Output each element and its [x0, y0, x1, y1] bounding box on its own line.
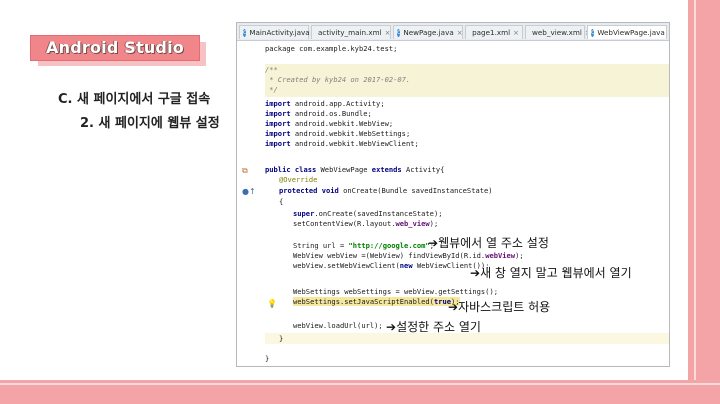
code-line-setcontentview: setContentView(R.layout.web_view); — [293, 219, 439, 228]
lightbulb-icon[interactable]: 💡 — [267, 299, 277, 308]
code-line-override: @Override — [279, 175, 318, 184]
code-line-javascript: webSettings.setJavaScriptEnabled(true); — [293, 297, 460, 306]
tab-webviewpage[interactable]: c WebViewPage.java× — [587, 25, 669, 39]
code-line-import: import android.webkit.WebSettings; — [265, 129, 411, 138]
code-line-loadurl: webView.loadUrl(url); — [293, 321, 383, 330]
code-line-super: super.onCreate(savedInstanceState); — [293, 209, 443, 218]
tab-mainactivity[interactable]: c MainActivity.java× — [239, 25, 319, 39]
class-gutter-icon: ⧉ — [242, 166, 248, 175]
annotation-load: ➔설정한 주소 열기 — [386, 320, 481, 334]
annotation-javascript: ➔자바스크립트 허용 — [448, 300, 551, 314]
code-line-import: import android.webkit.WebViewClient; — [265, 139, 419, 148]
close-icon[interactable]: × — [513, 29, 519, 37]
code-line-oncreate: protected void onCreate(Bundle savedInst… — [279, 186, 493, 195]
code-line-comment-body: * Created by kyb24 on 2017-02-07. — [265, 75, 411, 84]
tab-newpage[interactable]: c NewPage.java × — [393, 25, 463, 39]
title-badge-text: Android Studio — [30, 35, 200, 61]
tab-activity-main[interactable]: activity_main.xml × — [311, 25, 391, 39]
code-line-open-brace: { — [279, 197, 284, 206]
override-gutter-icon: ●↑ — [242, 187, 256, 196]
code-line-close-inner: } — [279, 334, 284, 343]
code-editor-window: c MainActivity.java× activity_main.xml× … — [236, 22, 670, 367]
code-line-client: webView.setWebViewClient(new WebViewClie… — [293, 261, 490, 270]
close-icon[interactable]: × — [385, 29, 391, 37]
editor-tab-bar: c MainActivity.java× activity_main.xml× … — [237, 23, 669, 41]
code-line-settings: WebSettings webSettings = webView.getSet… — [293, 287, 498, 296]
code-line-class: public class WebViewPage extends Activit… — [265, 165, 445, 174]
close-icon[interactable]: × — [457, 29, 463, 37]
bottom-band — [0, 380, 720, 404]
close-icon[interactable]: × — [668, 29, 669, 37]
c-class-icon: c — [243, 28, 247, 37]
c-class-icon: c — [591, 28, 595, 37]
code-line-package: package com.example.kyb24.test; — [265, 44, 398, 53]
right-stripe — [688, 0, 720, 404]
tab-page1[interactable]: page1.xml × — [465, 25, 523, 39]
code-line-import: import android.os.Bundle; — [265, 109, 372, 118]
tab-web-view[interactable]: web_view.xml× — [525, 25, 591, 39]
code-line-import: import android.app.Activity; — [265, 99, 385, 108]
code-line-url: String url = "http://google.com"; — [293, 241, 434, 250]
annotation-client: ➔새 창 열지 말고 웹뷰에서 열기 — [470, 266, 632, 280]
annotation-url: ➔웹뷰에서 열 주소 설정 — [428, 236, 549, 250]
c-class-icon: c — [397, 28, 401, 37]
section-heading-2: 2. 새 페이지에 웹뷰 설정 — [80, 116, 220, 131]
code-line-close-outer: } — [265, 354, 270, 363]
code-line-comment-open: /** — [265, 65, 278, 74]
code-line-comment-close: */ — [265, 85, 278, 94]
code-line-webview: WebView webView =(WebView) findViewById(… — [293, 251, 524, 260]
code-line-import: import android.webkit.WebView; — [265, 119, 394, 128]
title-badge: Android Studio — [30, 35, 206, 66]
section-heading-c: C. 새 페이지에서 구글 접속 — [58, 92, 211, 107]
